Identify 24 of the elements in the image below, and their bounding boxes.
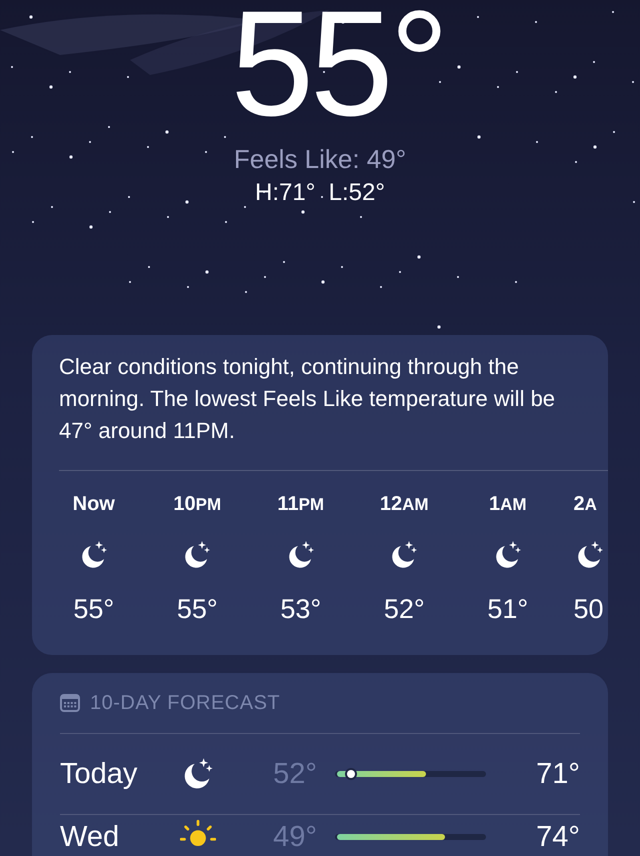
- feels-like-text: Feels Like: 49°: [234, 144, 406, 175]
- hour-temperature: 50: [574, 594, 604, 625]
- high-temperature: 74°: [536, 820, 580, 854]
- hour-temperature: 52°: [384, 594, 425, 625]
- high-low-text: H:71° L:52°: [255, 179, 385, 207]
- hour-label: 11PM: [277, 493, 324, 516]
- hour-temperature: 55°: [73, 594, 114, 625]
- hour-label: 10PM: [173, 493, 222, 516]
- calendar-icon: [60, 693, 80, 713]
- day-name: Wed: [60, 820, 120, 854]
- low-temperature: 49°: [273, 820, 317, 854]
- low-temperature: 52°: [273, 758, 317, 790]
- hour-label: 12AM: [380, 493, 429, 516]
- hour-label: 1AM: [488, 493, 527, 516]
- current-temperature: 55°: [230, 0, 446, 138]
- hour-label: 2A: [574, 493, 597, 516]
- hour-temperature: 55°: [176, 594, 218, 625]
- section-title: 10-DAY FORECAST: [90, 692, 280, 714]
- hour-temperature: 51°: [487, 594, 528, 625]
- day-name: Today: [60, 758, 138, 790]
- hour-temperature: 53°: [280, 594, 322, 625]
- conditions-summary: Clear conditions tonight, continuing through the morning. The lowest Feels Like temperature will be 47° around 11PM.: [58, 353, 556, 445]
- hour-label: Now: [72, 493, 115, 516]
- high-temperature: 71°: [536, 758, 580, 790]
